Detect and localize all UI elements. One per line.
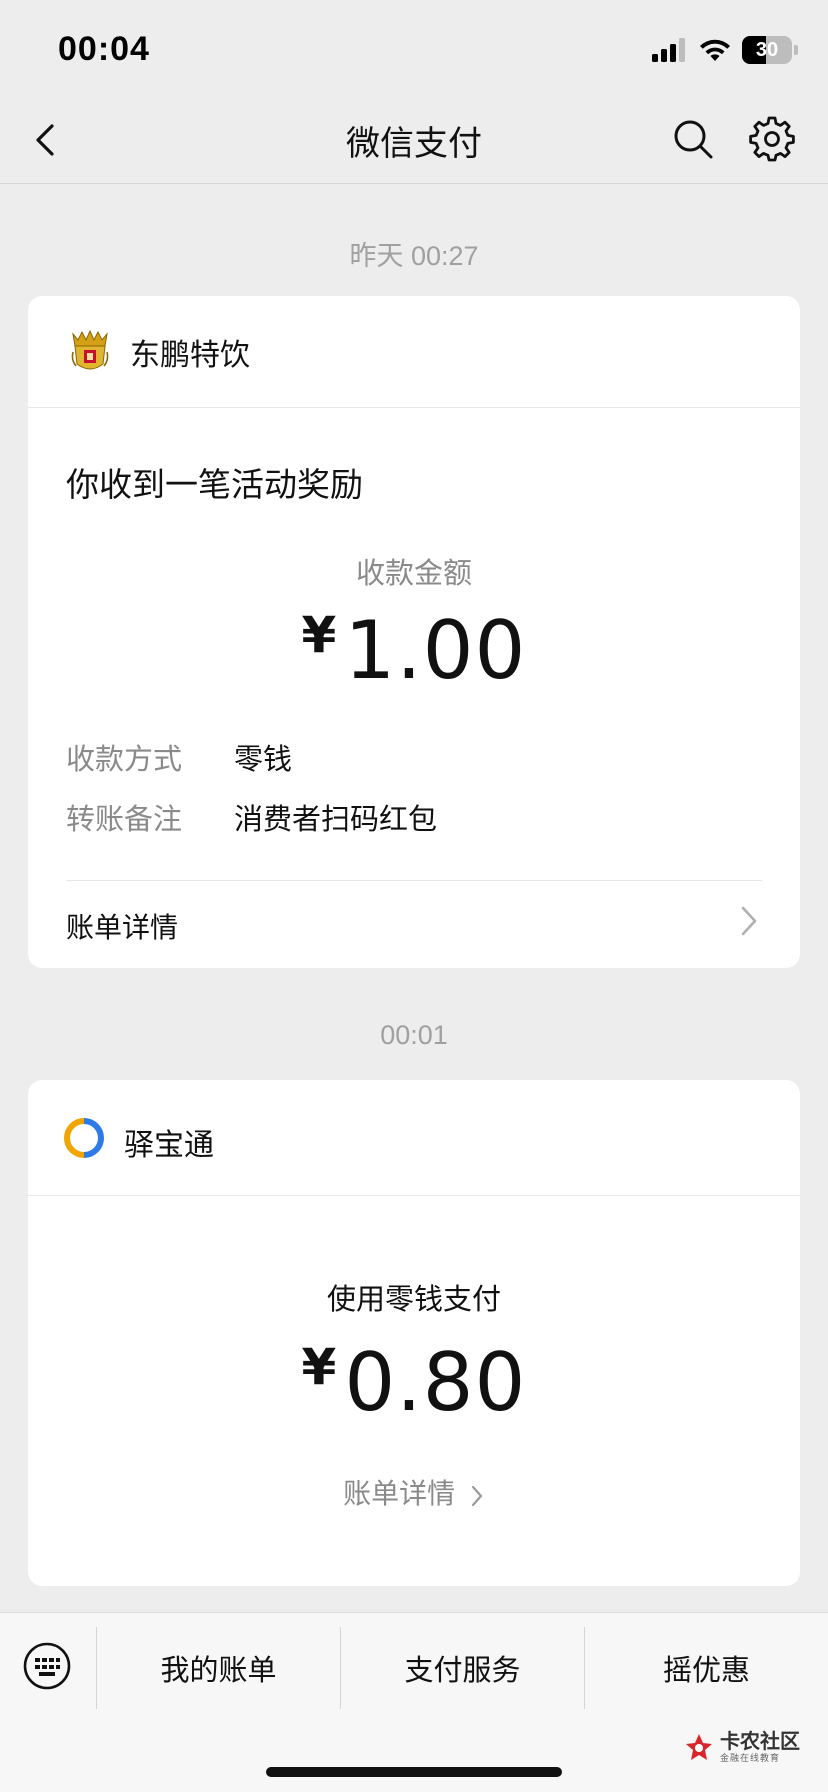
- bill-detail-link[interactable]: 账单详情: [66, 906, 178, 946]
- bill-detail-link[interactable]: 账单详情: [28, 1472, 800, 1512]
- payment-method-value: 零钱: [234, 744, 293, 776]
- transfer-note-label: 转账备注: [66, 804, 183, 836]
- cellular-signal-icon: [652, 38, 685, 62]
- amount-display: ¥1.00: [28, 604, 800, 697]
- merchant-name: 东鹏特饮: [130, 339, 250, 372]
- watermark-subtitle: 金融在线教育: [720, 1753, 781, 1763]
- battery-icon: 30: [742, 36, 792, 64]
- nav-bar: 微信支付: [0, 96, 828, 184]
- message-timestamp: 00:01: [380, 1020, 448, 1050]
- chevron-right-icon[interactable]: [469, 1483, 485, 1509]
- kanong-logo-icon: [686, 1734, 712, 1760]
- payment-method-title: 使用零钱支付: [326, 1284, 501, 1316]
- card-header[interactable]: 东鹏特饮: [28, 296, 800, 408]
- divider: [66, 880, 762, 881]
- watermark: 卡农社区 金融在线教育: [684, 1731, 800, 1763]
- amount-value: 1.00: [344, 604, 527, 697]
- merchant-name: 驿宝通: [124, 1129, 214, 1162]
- status-bar: 00:04 30: [0, 0, 828, 96]
- gear-icon[interactable]: [748, 114, 796, 162]
- currency-symbol: ¥: [301, 606, 337, 664]
- reward-message-card[interactable]: 东鹏特饮 你收到一笔活动奖励 收款金额 ¥1.00 收款方式 零钱 转账备注 消…: [28, 296, 800, 968]
- wifi-icon: [700, 39, 730, 61]
- tab-my-bills[interactable]: 我的账单: [97, 1627, 340, 1709]
- amount-value: 0.80: [344, 1336, 527, 1429]
- bill-detail-label[interactable]: 账单详情: [343, 1478, 455, 1509]
- message-timestamp: 昨天 00:27: [349, 241, 479, 271]
- amount-display: ¥0.80: [28, 1336, 800, 1429]
- status-time: 00:04: [58, 30, 150, 68]
- tab-payment-services[interactable]: 支付服务: [341, 1627, 584, 1709]
- chevron-right-icon[interactable]: [738, 904, 760, 938]
- home-indicator: [266, 1767, 562, 1777]
- battery-level: 30: [755, 38, 779, 61]
- currency-symbol: ¥: [301, 1338, 337, 1396]
- status-icons: 30: [652, 34, 798, 66]
- transfer-note-value: 消费者扫码红包: [234, 804, 438, 836]
- amount-label: 收款金额: [355, 558, 472, 590]
- payment-message-card[interactable]: 驿宝通 使用零钱支付 ¥0.80 账单详情: [28, 1080, 800, 1586]
- keyboard-icon[interactable]: [22, 1641, 72, 1691]
- tab-shake-deals[interactable]: 摇优惠: [585, 1627, 828, 1709]
- dongpeng-logo-icon: [71, 330, 109, 370]
- search-icon[interactable]: [670, 116, 716, 162]
- watermark-title: 卡农社区: [720, 1731, 800, 1753]
- message-title: 你收到一笔活动奖励: [66, 466, 363, 503]
- bottom-menu-bar: 我的账单 支付服务 摇优惠 卡农社区 金融在线教育: [0, 1612, 828, 1792]
- yibaotong-logo-icon: [64, 1118, 104, 1158]
- battery-tip: [794, 45, 798, 55]
- payment-method-label: 收款方式: [66, 744, 183, 776]
- card-header[interactable]: 驿宝通: [28, 1080, 800, 1196]
